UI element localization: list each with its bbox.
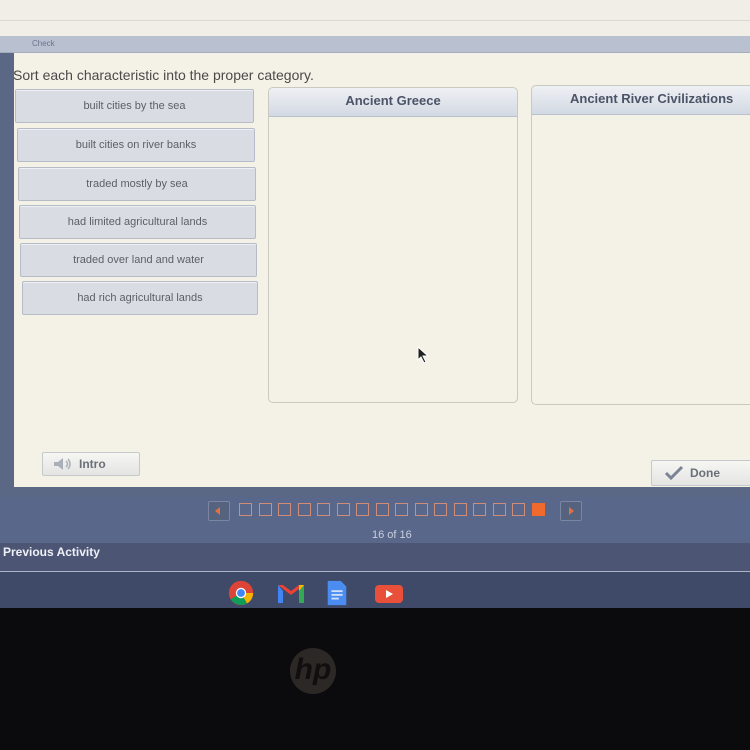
page-square[interactable] <box>531 503 545 516</box>
page-square[interactable] <box>473 503 486 516</box>
page-square[interactable] <box>395 503 408 516</box>
speaker-icon <box>54 458 71 470</box>
check-bar: Check <box>0 36 750 53</box>
page-square[interactable] <box>375 503 389 516</box>
page-square[interactable] <box>336 503 350 516</box>
draggable-card[interactable]: built cities by the sea <box>15 89 254 123</box>
page-square[interactable] <box>258 503 272 516</box>
screen: Check Sort each characteristic into the … <box>0 0 750 610</box>
draggable-card[interactable]: had rich agricultural lands <box>22 281 258 315</box>
laptop-bezel: hp <box>0 608 750 750</box>
page-square[interactable] <box>317 503 330 516</box>
draggable-card[interactable]: traded mostly by sea <box>18 167 256 201</box>
docs-icon[interactable] <box>325 580 349 606</box>
category-title: Ancient River Civilizations <box>532 86 750 115</box>
checkmark-icon <box>664 465 684 481</box>
page-square[interactable] <box>453 503 467 516</box>
mouse-cursor-icon <box>417 346 430 364</box>
next-page-button[interactable] <box>560 501 582 521</box>
previous-page-button[interactable] <box>208 501 230 521</box>
draggable-card[interactable]: had limited agricultural lands <box>19 205 256 239</box>
divider <box>0 20 750 21</box>
top-strip <box>0 0 750 37</box>
arrow-right-icon <box>569 507 574 515</box>
page-square[interactable] <box>356 503 369 516</box>
page-count: 16 of 16 <box>372 529 412 541</box>
draggable-card[interactable]: built cities on river banks <box>17 128 255 162</box>
category-ancient-greece[interactable]: Ancient Greece <box>268 87 518 403</box>
page-square[interactable] <box>512 503 525 516</box>
category-title: Ancient Greece <box>269 88 517 117</box>
page-square[interactable] <box>278 503 291 516</box>
gmail-icon[interactable] <box>276 580 306 606</box>
footer-bar: Previous Activity <box>0 543 750 571</box>
instruction-text: Sort each characteristic into the proper… <box>13 67 314 83</box>
draggable-card[interactable]: traded over land and water <box>20 243 257 277</box>
page-square[interactable] <box>414 503 428 516</box>
done-button[interactable]: Done <box>651 460 750 486</box>
chrome-icon[interactable] <box>226 580 256 606</box>
page-square[interactable] <box>492 503 506 516</box>
done-label: Done <box>690 466 720 480</box>
youtube-icon[interactable] <box>374 580 404 606</box>
category-ancient-river-civilizations[interactable]: Ancient River Civilizations <box>531 85 750 405</box>
intro-label: Intro <box>79 457 106 471</box>
intro-button[interactable]: Intro <box>42 452 140 476</box>
arrow-left-icon <box>215 507 220 515</box>
previous-activity-link[interactable]: Previous Activity <box>3 545 100 559</box>
page-square[interactable] <box>239 503 252 516</box>
page-square[interactable] <box>297 503 311 516</box>
page-square[interactable] <box>434 503 447 516</box>
check-label[interactable]: Check <box>32 39 55 48</box>
hp-logo: hp <box>290 648 336 694</box>
